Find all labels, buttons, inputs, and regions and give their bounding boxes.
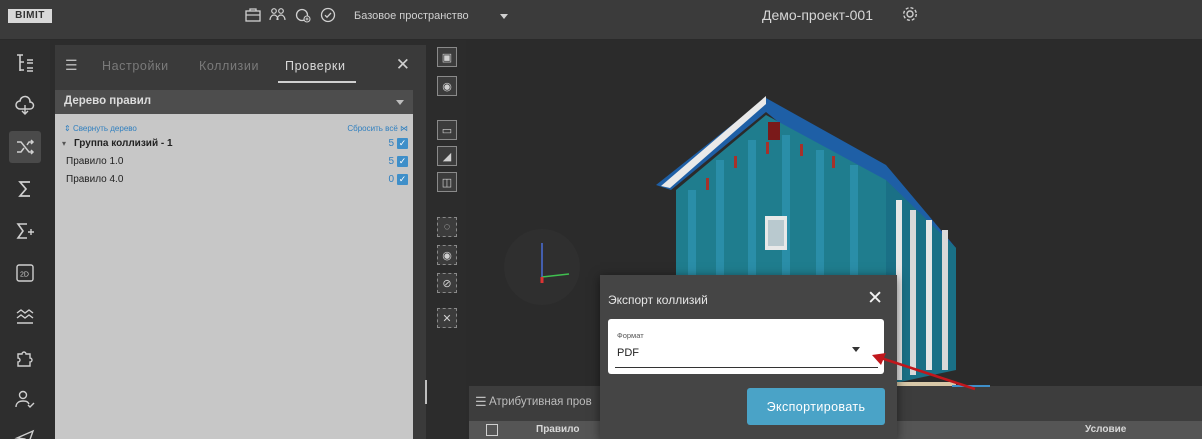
- left-rail: 2D: [0, 40, 50, 439]
- tab-collisions[interactable]: Коллизии: [199, 59, 259, 73]
- project-title: Демо-проект-001: [762, 7, 873, 23]
- chevron-down-icon[interactable]: [396, 100, 404, 105]
- svg-text:2D: 2D: [20, 272, 29, 279]
- annotation-arrow: [872, 353, 976, 391]
- format-select[interactable]: Формат PDF: [608, 319, 884, 374]
- eye-off-icon[interactable]: ⊘: [437, 273, 457, 293]
- tab-settings[interactable]: Настройки: [102, 59, 169, 73]
- tree-row-label: Правило 1.0: [66, 156, 124, 167]
- chevron-down-icon[interactable]: ▾: [62, 139, 66, 148]
- 2d-icon[interactable]: 2D: [9, 257, 41, 289]
- tree-icon[interactable]: [9, 47, 41, 79]
- sigma-icon[interactable]: [9, 173, 41, 205]
- sigma-plus-icon[interactable]: [9, 215, 41, 247]
- checkbox[interactable]: ✓: [397, 156, 408, 167]
- eye-icon[interactable]: ◉: [437, 245, 457, 265]
- rule-tree-select[interactable]: Дерево правил: [55, 90, 413, 114]
- export-collisions-dialog: Экспорт коллизий ✕ Формат PDF Экспортиро…: [600, 275, 897, 439]
- tree-row-group[interactable]: ▾ Группа коллизий - 1 5 ✓: [55, 136, 413, 152]
- select-all-checkbox[interactable]: [486, 424, 498, 436]
- panel-resize-handle[interactable]: [425, 380, 427, 404]
- tree-row-rule[interactable]: Правило 1.0 5 ✓: [55, 154, 413, 170]
- tree-row-count: 5: [388, 156, 394, 167]
- app-logo: BIMIT: [8, 9, 52, 23]
- tree-row-rule[interactable]: Правило 4.0 0 ✓: [55, 172, 413, 188]
- collapse-tree-label: Свернуть дерево: [72, 124, 137, 133]
- gear-icon[interactable]: [901, 5, 919, 23]
- camera-icon[interactable]: ▭: [437, 120, 457, 140]
- box-icon[interactable]: ◫: [437, 172, 457, 192]
- frame-icon[interactable]: ▣: [437, 47, 457, 67]
- chevron-down-icon[interactable]: [852, 347, 860, 352]
- reset-all-label: Сбросить всё: [347, 124, 398, 133]
- section-icon[interactable]: ◢: [437, 146, 457, 166]
- puzzle-icon[interactable]: [9, 341, 41, 373]
- collapse-tree-link[interactable]: ⇕ Свернуть дерево: [64, 124, 137, 133]
- reset-icon: ⋈: [400, 124, 408, 133]
- space-select[interactable]: Базовое пространство: [354, 10, 469, 22]
- attribute-panel-title: Атрибутивная пров: [489, 396, 592, 408]
- rule-tree-select-label: Дерево правил: [64, 95, 152, 107]
- column-header-rule[interactable]: Правило: [536, 424, 579, 435]
- briefcase-icon[interactable]: [244, 6, 261, 23]
- close-icon[interactable]: ✕: [867, 287, 883, 310]
- user-check-icon[interactable]: [9, 383, 41, 415]
- users-icon[interactable]: [269, 6, 286, 23]
- tree-row-label: Правило 4.0: [66, 174, 124, 185]
- rule-tree: ⇕ Свернуть дерево Сбросить всё ⋈ ▾ Групп…: [55, 114, 413, 439]
- format-label: Формат: [617, 331, 644, 340]
- tree-row-count: 5: [388, 138, 394, 149]
- cube-dashed-icon[interactable]: ◌: [437, 217, 457, 237]
- check-circle-icon[interactable]: [319, 6, 336, 23]
- reset-all-link[interactable]: Сбросить всё ⋈: [347, 124, 408, 133]
- shuffle-icon[interactable]: [9, 131, 41, 163]
- menu-icon[interactable]: ☰: [475, 394, 487, 410]
- field-underline: [615, 367, 878, 368]
- target-icon[interactable]: ◉: [437, 76, 457, 96]
- tab-checks[interactable]: Проверки: [285, 59, 346, 73]
- chevron-down-icon[interactable]: [500, 14, 508, 19]
- layers-icon[interactable]: [9, 299, 41, 331]
- tree-row-count: 0: [388, 174, 394, 185]
- column-header-condition[interactable]: Условие: [1085, 424, 1126, 435]
- top-bar: BIMIT Базовое пространство Демо-проект-0…: [0, 0, 1202, 40]
- send-icon[interactable]: [9, 420, 41, 439]
- clock-plus-icon[interactable]: [294, 6, 311, 23]
- close-box-icon[interactable]: ✕: [437, 308, 457, 328]
- top-icons: [244, 6, 336, 23]
- checkbox[interactable]: ✓: [397, 138, 408, 149]
- cloud-icon[interactable]: [9, 89, 41, 121]
- dialog-title: Экспорт коллизий: [608, 293, 708, 307]
- close-icon[interactable]: ✕: [396, 55, 410, 75]
- menu-icon[interactable]: ☰: [65, 57, 78, 74]
- checks-panel: ☰ Настройки Коллизии Проверки ✕ Дерево п…: [55, 45, 426, 439]
- checkbox[interactable]: ✓: [397, 174, 408, 185]
- panel-tabs: ☰ Настройки Коллизии Проверки ✕: [55, 45, 426, 83]
- format-value: PDF: [617, 347, 639, 359]
- active-tab-indicator: [278, 81, 356, 83]
- tree-row-label: Группа коллизий - 1: [74, 138, 173, 149]
